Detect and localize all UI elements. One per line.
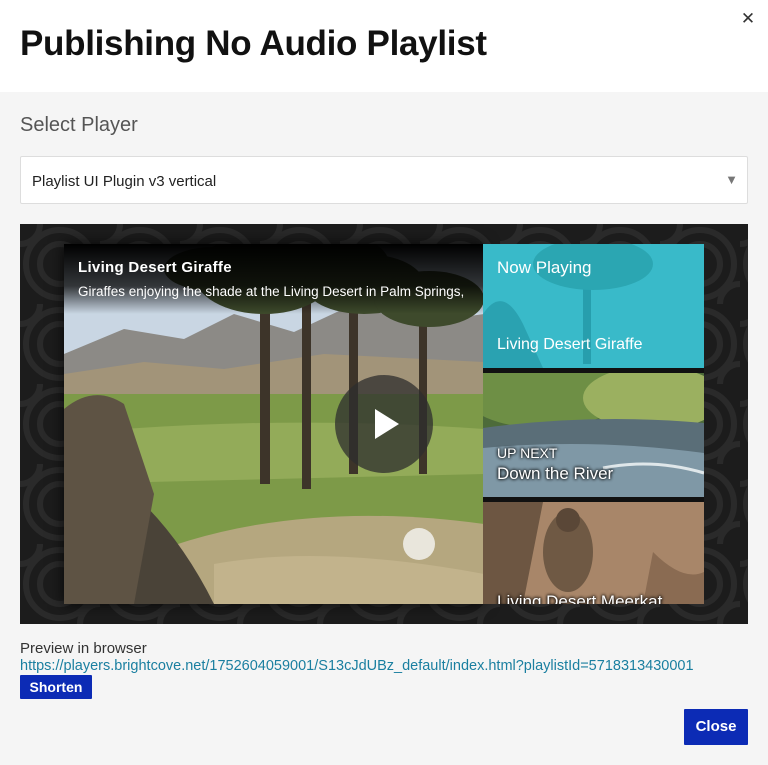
video-player[interactable]: Living Desert Giraffe Giraffes enjoying …: [64, 244, 484, 604]
shorten-button[interactable]: Shorten: [20, 675, 92, 699]
video-title: Living Desert Giraffe: [78, 259, 232, 276]
playlist-panel: Now Playing Living Desert Giraffe UP NEX…: [483, 244, 704, 604]
now-playing-title: Living Desert Giraffe: [497, 336, 643, 353]
modal-header: Publishing No Audio Playlist ✕: [0, 0, 768, 92]
video-description: Giraffes enjoying the shade at the Livin…: [78, 284, 465, 299]
playlist-item-up-next[interactable]: UP NEXT Down the River: [483, 373, 704, 497]
preview-url-link[interactable]: https://players.brightcove.net/175260405…: [20, 658, 694, 674]
select-player-label: Select Player: [20, 114, 138, 136]
now-playing-label: Now Playing: [497, 258, 592, 277]
up-next-title: Down the River: [497, 464, 614, 483]
player-preview: Living Desert Giraffe Giraffes enjoying …: [20, 224, 748, 624]
preview-in-browser-label: Preview in browser: [20, 640, 147, 657]
playlist-item-now-playing[interactable]: Now Playing Living Desert Giraffe: [483, 244, 704, 368]
modal-title: Publishing No Audio Playlist: [20, 24, 487, 63]
play-button[interactable]: [335, 375, 433, 473]
playlist-item-third[interactable]: Living Desert Meerkat: [483, 502, 704, 604]
player-select-value: Playlist UI Plugin v3 vertical: [32, 173, 217, 190]
up-next-label: UP NEXT: [497, 445, 558, 461]
thumbnail-meerkat: [483, 502, 704, 604]
third-item-title: Living Desert Meerkat: [497, 592, 663, 604]
video-title-overlay: [64, 244, 484, 314]
player-select[interactable]: Playlist UI Plugin v3 vertical ▼: [20, 156, 748, 204]
close-icon[interactable]: ✕: [738, 9, 758, 29]
play-icon: [375, 409, 399, 439]
chevron-down-icon: ▼: [725, 172, 738, 187]
close-button[interactable]: Close: [684, 709, 748, 745]
